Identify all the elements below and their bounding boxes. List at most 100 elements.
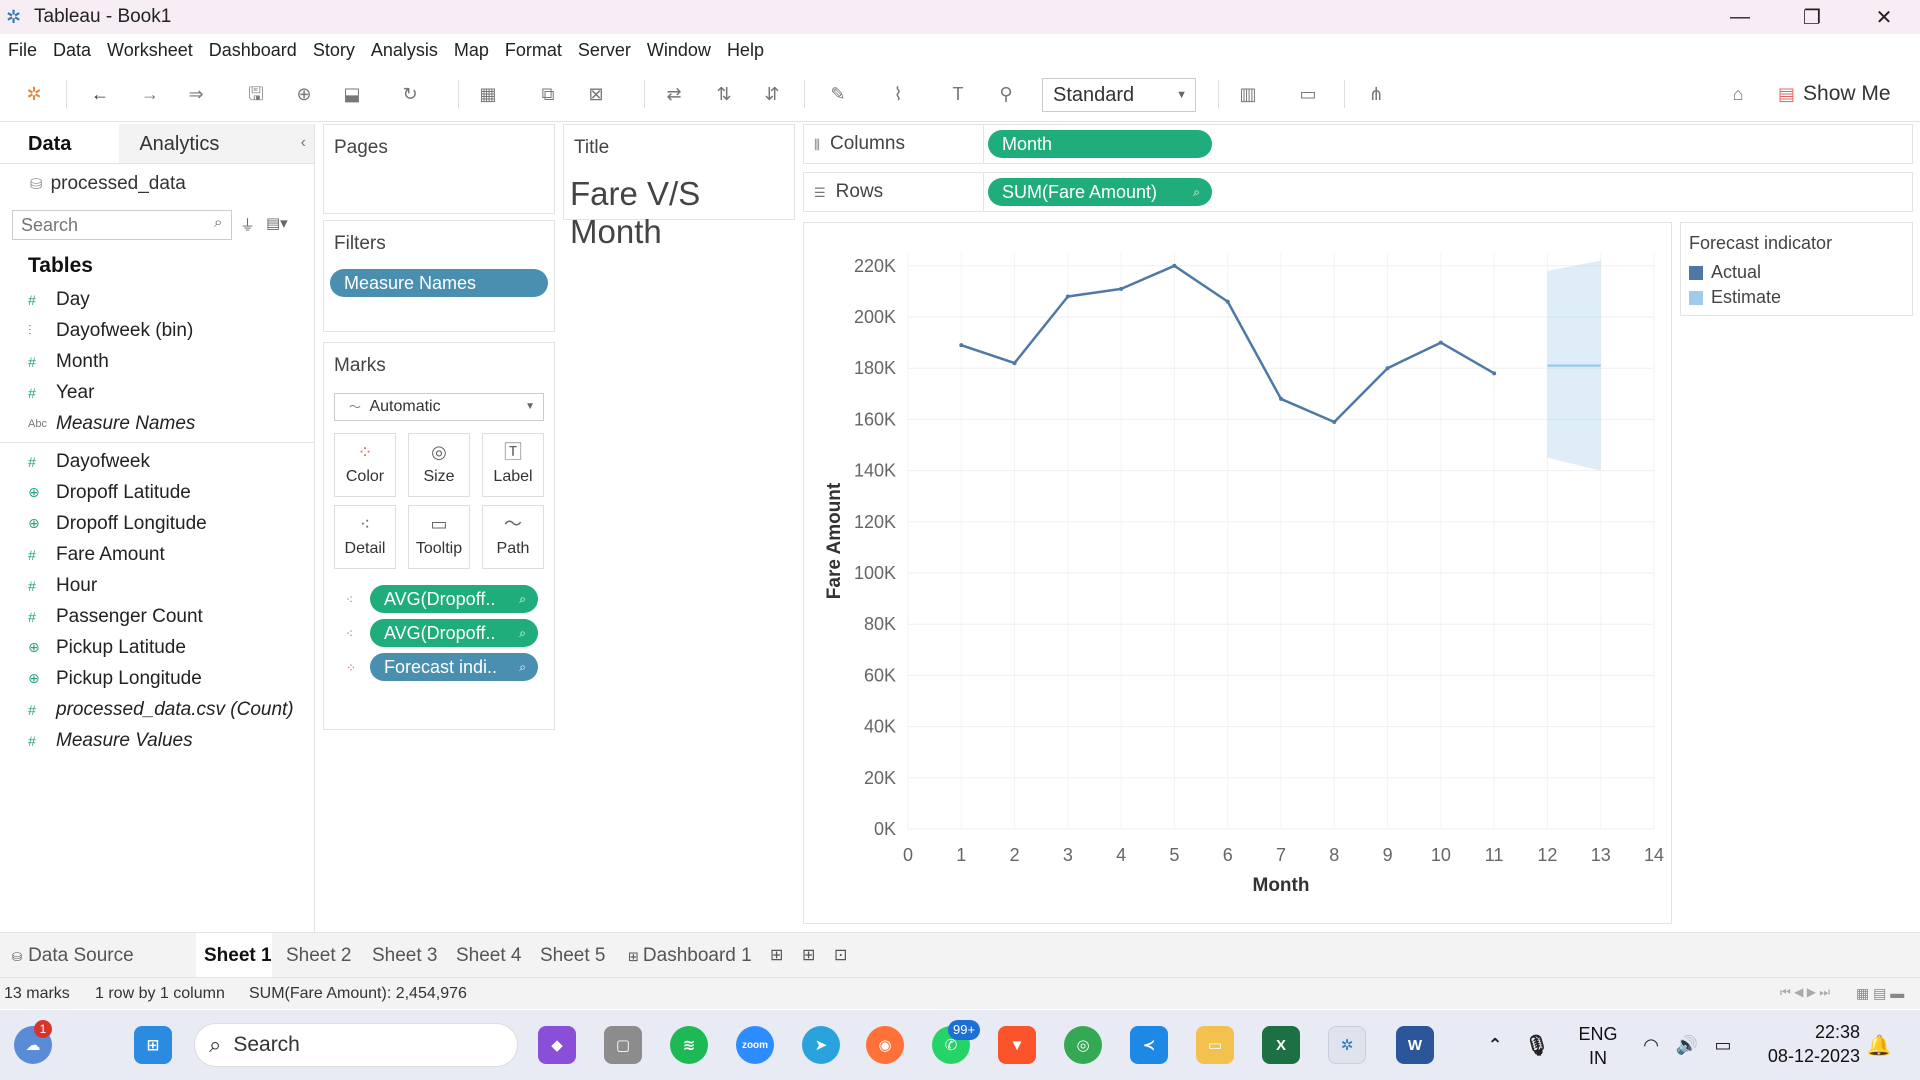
menu-analysis[interactable]: Analysis bbox=[371, 40, 438, 61]
menu-data[interactable]: Data bbox=[53, 40, 91, 61]
show-cards-icon[interactable]: ▥ bbox=[1236, 82, 1260, 106]
rows-shelf[interactable]: ☰ Rows SUM(Fare Amount) ⌕ bbox=[803, 172, 1913, 212]
share-icon[interactable]: ⋔ bbox=[1364, 82, 1388, 106]
spotify-icon[interactable]: ≋ bbox=[670, 1026, 708, 1064]
field-item[interactable]: # processed_data.csv (Count) bbox=[0, 694, 314, 725]
clear-sheet-icon[interactable]: ⊠ bbox=[584, 82, 608, 106]
pages-card[interactable]: Pages bbox=[323, 124, 555, 214]
presentation-mode-icon[interactable]: ▭ bbox=[1296, 82, 1320, 106]
size-button[interactable]: ◎ Size bbox=[408, 433, 470, 497]
swap-rows-columns-icon[interactable]: ⇄ bbox=[662, 82, 686, 106]
battery-icon[interactable]: ▭ bbox=[1704, 1026, 1742, 1064]
fit-select[interactable]: Standard ▼ bbox=[1042, 78, 1196, 112]
datasource-item[interactable]: ⛁ processed_data bbox=[0, 164, 314, 204]
field-item[interactable]: # Year bbox=[0, 377, 314, 408]
file-explorer-icon[interactable]: ▭ bbox=[1196, 1026, 1234, 1064]
filter-pill-measure-names[interactable]: Measure Names bbox=[330, 269, 548, 297]
save-icon[interactable]: 🖫 bbox=[244, 82, 268, 106]
worksheet-view[interactable]: 0K 20K 40K 60K 80K 100K 120K 140K 160K 180K 200K 22… bbox=[803, 222, 1672, 924]
tab-sheet-5[interactable]: Sheet 5 bbox=[536, 933, 612, 978]
tableau-taskbar-icon[interactable]: ✲ bbox=[1328, 1026, 1366, 1064]
legend-item-estimate[interactable]: Estimate bbox=[1681, 285, 1912, 310]
marks-pill-forecast-indicator[interactable]: Forecast indi.. ⌕ bbox=[370, 653, 538, 681]
fare-vs-month-chart[interactable]: 0K20K40K60K80K100K120K140K160K180K200K22… bbox=[804, 223, 1671, 923]
replay-icon[interactable]: ⇒ bbox=[184, 82, 208, 106]
taskbar-search[interactable]: ⌕ Search bbox=[194, 1023, 518, 1067]
search-input[interactable] bbox=[12, 210, 232, 240]
chrome-icon[interactable]: ◎ bbox=[1064, 1026, 1102, 1064]
title-card[interactable]: Title Fare V/S Month bbox=[563, 124, 795, 250]
microphone-icon[interactable]: 🎙 bbox=[1518, 1026, 1556, 1064]
menu-window[interactable]: Window bbox=[647, 40, 711, 61]
tab-sheet-2[interactable]: Sheet 2 bbox=[282, 933, 358, 978]
menu-server[interactable]: Server bbox=[578, 40, 631, 61]
menu-dashboard[interactable]: Dashboard bbox=[209, 40, 297, 61]
excel-icon[interactable]: X bbox=[1262, 1026, 1300, 1064]
task-view-icon[interactable]: ▢ bbox=[604, 1026, 642, 1064]
mark-type-dropdown[interactable]: 〜 Automatic ▼ bbox=[334, 393, 544, 421]
pause-updates-icon[interactable]: ⬓ bbox=[340, 82, 364, 106]
forecast-legend[interactable]: Forecast indicator Actual Estimate bbox=[1680, 222, 1913, 316]
firefox-icon[interactable]: ◉ bbox=[866, 1026, 904, 1064]
clock-date[interactable]: 08-12-2023 bbox=[1750, 1046, 1860, 1067]
sort-descending-icon[interactable]: ⇵ bbox=[760, 82, 784, 106]
legend-item-actual[interactable]: Actual bbox=[1681, 260, 1912, 285]
filters-card[interactable]: Filters Measure Names bbox=[323, 220, 555, 332]
refresh-icon[interactable]: ↻ bbox=[398, 82, 422, 106]
notifications-icon[interactable]: 🔔 bbox=[1860, 1026, 1898, 1064]
field-item[interactable]: # Fare Amount bbox=[0, 539, 314, 570]
label-button[interactable]: 🅃 Label bbox=[482, 433, 544, 497]
field-item[interactable]: # Hour bbox=[0, 570, 314, 601]
group-members-icon[interactable]: ⌇ bbox=[886, 82, 910, 106]
word-icon[interactable]: W bbox=[1396, 1026, 1434, 1064]
tooltip-button[interactable]: ▭ Tooltip bbox=[408, 505, 470, 569]
show-mark-labels-icon[interactable]: T bbox=[946, 82, 970, 106]
marks-pill-avg-dropoff-1[interactable]: AVG(Dropoff.. ⌕ bbox=[370, 585, 538, 613]
fix-axes-icon[interactable]: ⚲ bbox=[994, 82, 1018, 106]
path-button[interactable]: 〜 Path bbox=[482, 505, 544, 569]
sort-ascending-icon[interactable]: ⇅ bbox=[712, 82, 736, 106]
field-item[interactable]: ⊕ Dropoff Latitude bbox=[0, 477, 314, 508]
volume-icon[interactable]: 🔊 bbox=[1668, 1026, 1706, 1064]
field-item[interactable]: ⫶ Dayofweek (bin) bbox=[0, 315, 314, 346]
field-item[interactable]: ⊕ Pickup Latitude bbox=[0, 632, 314, 663]
menu-help[interactable]: Help bbox=[727, 40, 764, 61]
menu-map[interactable]: Map bbox=[454, 40, 489, 61]
tableau-logo-icon[interactable]: ✲ bbox=[22, 82, 46, 106]
sheet-sorter-icon[interactable]: ▦ ▤ ▬ bbox=[1856, 985, 1904, 1002]
brave-icon[interactable]: ▼ bbox=[998, 1026, 1036, 1064]
field-item[interactable]: # Measure Values bbox=[0, 725, 314, 756]
language-bottom[interactable]: IN bbox=[1574, 1048, 1622, 1069]
redo-icon[interactable]: → bbox=[138, 82, 162, 106]
vscode-icon[interactable]: ≺ bbox=[1130, 1026, 1168, 1064]
rows-pill-sum-fare-amount[interactable]: SUM(Fare Amount) ⌕ bbox=[988, 178, 1212, 206]
marks-pill-avg-dropoff-2[interactable]: AVG(Dropoff.. ⌕ bbox=[370, 619, 538, 647]
telegram-icon[interactable]: ➤ bbox=[802, 1026, 840, 1064]
tab-analytics[interactable]: Analytics bbox=[119, 124, 314, 163]
menu-worksheet[interactable]: Worksheet bbox=[107, 40, 193, 61]
clock-time[interactable]: 22:38 bbox=[1750, 1022, 1860, 1043]
view-options-icon[interactable]: ▤▾ bbox=[266, 214, 288, 232]
close-button[interactable]: ✕ bbox=[1848, 0, 1920, 34]
tab-sheet-3[interactable]: Sheet 3 bbox=[368, 933, 444, 978]
field-item[interactable]: # Passenger Count bbox=[0, 601, 314, 632]
field-item[interactable]: ⊕ Pickup Longitude bbox=[0, 663, 314, 694]
field-item[interactable]: # Day bbox=[0, 284, 314, 315]
field-item[interactable]: # Dayofweek bbox=[0, 446, 314, 477]
menu-format[interactable]: Format bbox=[505, 40, 562, 61]
tab-nav-arrows[interactable]: ⏮ ◀ ▶ ⏭ bbox=[1780, 985, 1830, 1000]
detail-button[interactable]: ⁖ Detail bbox=[334, 505, 396, 569]
tooltip-icon[interactable]: ⌂ bbox=[1726, 82, 1750, 106]
new-datasource-icon[interactable]: ⊕ bbox=[292, 82, 316, 106]
menu-file[interactable]: File bbox=[8, 40, 37, 61]
tab-sheet-1[interactable]: Sheet 1 bbox=[196, 933, 272, 978]
tab-data[interactable]: Data bbox=[0, 124, 119, 163]
collapse-panel-icon[interactable]: ‹ bbox=[301, 134, 306, 152]
menu-story[interactable]: Story bbox=[313, 40, 355, 61]
new-story-icon[interactable]: ⊡ bbox=[834, 933, 858, 978]
windows-start-icon[interactable]: ⊞ bbox=[134, 1026, 172, 1064]
columns-shelf[interactable]: ⫼ Columns Month bbox=[803, 124, 1913, 164]
new-worksheet-icon[interactable]: ⊞ bbox=[770, 933, 794, 978]
new-dashboard-icon[interactable]: ⊞ bbox=[802, 933, 826, 978]
undo-icon[interactable]: ← bbox=[88, 82, 112, 106]
